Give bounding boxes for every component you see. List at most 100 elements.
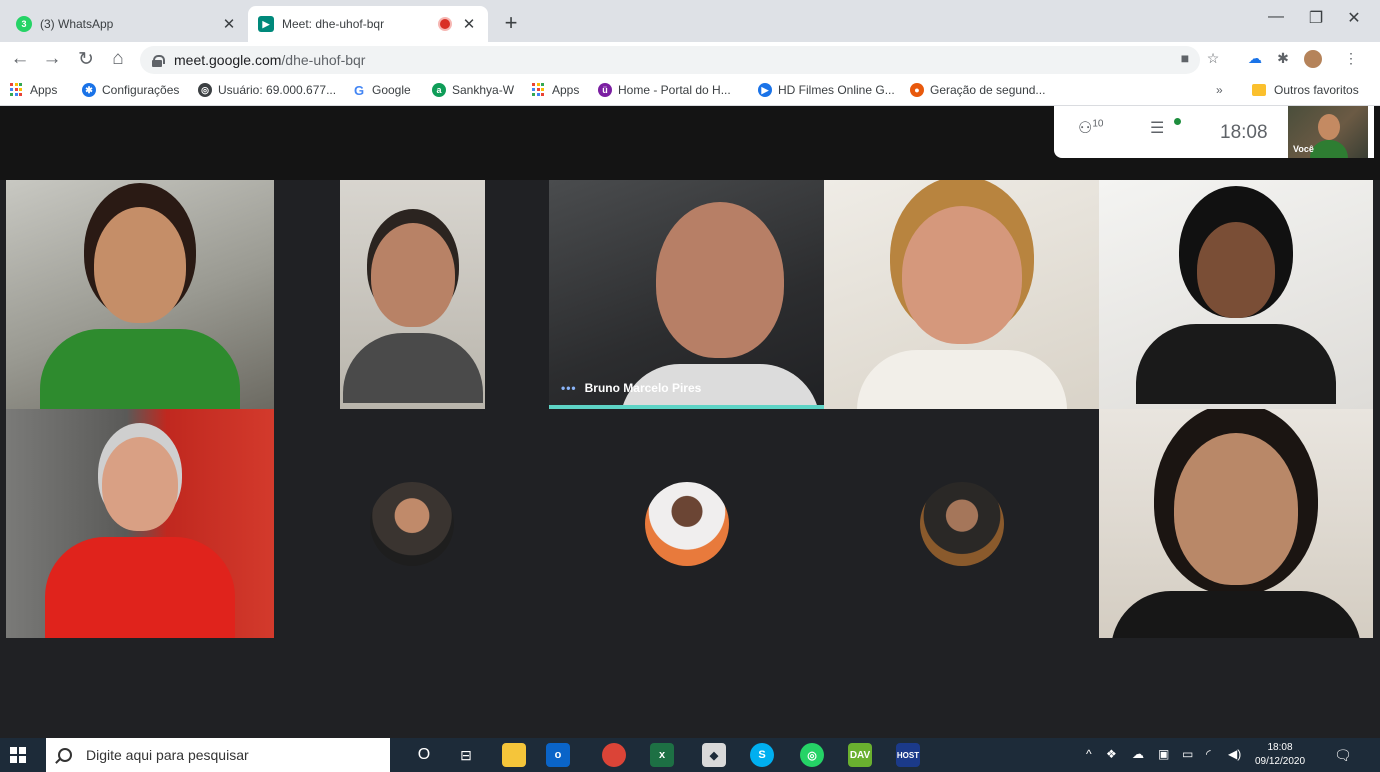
tab-title: (3) WhatsApp (40, 17, 114, 31)
menu-icon[interactable]: ⋮ (1340, 50, 1362, 67)
globe-icon: ◎ (198, 83, 212, 97)
bookmark-label: Sankhya-W (452, 83, 515, 97)
participant-name-label: Bruno Marcelo Pires (584, 381, 702, 395)
camera-icon[interactable]: ■ (1174, 50, 1196, 66)
new-tab-button[interactable]: + (498, 10, 524, 36)
browser-toolbar: ← → ↻ ⌂ meet.google.com /dhe-uhof-bqr ■ … (0, 42, 1380, 78)
apps-grid-icon (532, 83, 546, 97)
wifi-icon[interactable]: ◜ (1206, 747, 1211, 761)
participant-video (40, 206, 240, 409)
bookmark-label: Apps (30, 83, 58, 97)
show-hidden-icons-button[interactable]: ^ (1086, 747, 1092, 761)
participant-video (45, 436, 235, 638)
bookmark-label: Home - Portal do H... (618, 83, 731, 97)
bookmark-apps-2[interactable]: Apps (532, 83, 579, 97)
bookmark-apps[interactable]: Apps (10, 83, 57, 97)
participant-tile-active-speaker[interactable]: ••• Bruno Marcelo Pires (549, 180, 824, 409)
bookmark-label: Geração de segund... (930, 83, 1046, 97)
close-window-button[interactable]: ✕ (1334, 8, 1374, 28)
close-icon[interactable]: ✕ (460, 15, 478, 33)
self-label: Você (1293, 144, 1314, 154)
profile-avatar[interactable] (1302, 50, 1324, 71)
participant-tile[interactable] (6, 180, 274, 409)
people-button[interactable]: ⚇10 (1078, 118, 1103, 138)
participant-tile[interactable] (6, 409, 274, 638)
more-options-icon[interactable]: ••• (561, 381, 577, 395)
bookmarks-bar: Apps ✱ Configurações ◎ Usuário: 69.000.6… (0, 78, 1380, 106)
bookmark-other-favorites[interactable]: Outros favoritos (1252, 83, 1359, 97)
bookmark-geracao[interactable]: ● Geração de segund... (910, 83, 1045, 97)
bookmark-sankhya[interactable]: a Sankhya-W (432, 83, 514, 97)
bookmark-google[interactable]: G Google (352, 82, 411, 98)
active-speaker-indicator (549, 405, 824, 409)
bookmarks-overflow-button[interactable]: » (1216, 83, 1223, 97)
extensions-icon[interactable]: ✱ (1272, 50, 1294, 67)
skype-icon[interactable]: S (750, 743, 774, 767)
meet-now-icon[interactable]: ▣ (1158, 747, 1169, 761)
participant-tile[interactable] (1099, 180, 1373, 409)
cortana-icon[interactable]: O (412, 743, 436, 767)
action-center-icon[interactable]: 🗨 (1334, 747, 1352, 764)
reload-button[interactable]: ↻ (74, 48, 98, 71)
url-path: /dhe-uhof-bqr (281, 52, 366, 68)
participant-tile[interactable] (340, 180, 485, 409)
outlook-icon[interactable]: o (546, 743, 570, 767)
bookmark-label: Google (372, 83, 411, 97)
start-button[interactable] (10, 747, 26, 763)
clock-time: 18:08 (1267, 742, 1293, 753)
chrome-icon[interactable] (602, 743, 626, 767)
self-face (1318, 114, 1340, 140)
restore-button[interactable]: ❐ (1296, 8, 1336, 28)
chat-notification-dot (1174, 118, 1181, 125)
search-placeholder: Digite aqui para pesquisar (86, 747, 249, 763)
participant-tile[interactable] (1099, 409, 1373, 638)
onedrive-icon[interactable]: ☁ (1132, 747, 1144, 761)
tab-strip: 3 (3) WhatsApp ✕ ▶ Meet: dhe-uhof-bqr ✕ … (0, 0, 1380, 42)
star-icon[interactable]: ☆ (1202, 50, 1224, 67)
participant-name: ••• Bruno Marcelo Pires (561, 381, 701, 395)
back-button[interactable]: ← (8, 48, 32, 70)
forward-button[interactable]: → (40, 48, 64, 70)
dropbox-icon[interactable]: ❖ (1106, 747, 1117, 761)
cloud-extension-icon[interactable]: ☁ (1244, 50, 1266, 67)
whatsapp-icon: 3 (16, 16, 32, 32)
excel-icon[interactable]: x (650, 743, 674, 767)
bookmark-portal[interactable]: ü Home - Portal do H... (598, 83, 731, 97)
bookmark-usuario[interactable]: ◎ Usuário: 69.000.677... (198, 83, 336, 97)
folder-icon (1252, 84, 1266, 96)
vs-icon[interactable]: ◆ (702, 743, 726, 767)
meet-stage: ⚇10 ☰ 18:08 Você ••• Bruno Marcelo Pires (0, 106, 1380, 738)
search-icon (58, 748, 72, 762)
self-view-tile[interactable]: Você (1288, 106, 1368, 158)
screen: 3 (3) WhatsApp ✕ ▶ Meet: dhe-uhof-bqr ✕ … (0, 0, 1380, 772)
battery-icon[interactable]: ▭ (1182, 747, 1193, 761)
host-icon[interactable]: HOST (896, 743, 920, 767)
task-view-icon[interactable]: ⊟ (454, 743, 478, 767)
taskbar-search[interactable]: Digite aqui para pesquisar (46, 738, 390, 772)
people-icon: ⚇ (1078, 120, 1093, 137)
participant-avatar[interactable] (370, 482, 454, 566)
meeting-info-panel: ⚇10 ☰ 18:08 Você (1054, 106, 1374, 158)
google-icon: G (353, 82, 365, 98)
meeting-clock: 18:08 (1220, 122, 1268, 143)
participant-avatar[interactable] (645, 482, 729, 566)
windows-taskbar: Digite aqui para pesquisar O ⊟ o x ◆ S ◎… (0, 738, 1380, 772)
whatsapp-icon[interactable]: ◎ (800, 743, 824, 767)
tab-meet[interactable]: ▶ Meet: dhe-uhof-bqr ✕ (248, 6, 488, 42)
home-button[interactable]: ⌂ (106, 48, 130, 70)
address-bar[interactable]: meet.google.com /dhe-uhof-bqr (140, 46, 1200, 74)
close-icon[interactable]: ✕ (220, 15, 238, 33)
minimize-button[interactable]: — (1256, 8, 1296, 26)
chat-button[interactable]: ☰ (1150, 118, 1164, 138)
tab-whatsapp[interactable]: 3 (3) WhatsApp ✕ (6, 6, 248, 42)
bookmark-hd-filmes[interactable]: ▶ HD Filmes Online G... (758, 83, 895, 97)
dav-icon[interactable]: DAV (848, 743, 872, 767)
bookmark-label: HD Filmes Online G... (778, 83, 895, 97)
bookmark-configuracoes[interactable]: ✱ Configurações (82, 83, 179, 97)
file-explorer-icon[interactable] (502, 743, 526, 767)
system-clock[interactable]: 18:08 09/12/2020 (1250, 741, 1310, 769)
volume-icon[interactable]: ◀) (1228, 747, 1241, 761)
participant-avatar[interactable] (920, 482, 1004, 566)
self-body (1310, 140, 1348, 158)
participant-tile[interactable] (824, 180, 1099, 409)
